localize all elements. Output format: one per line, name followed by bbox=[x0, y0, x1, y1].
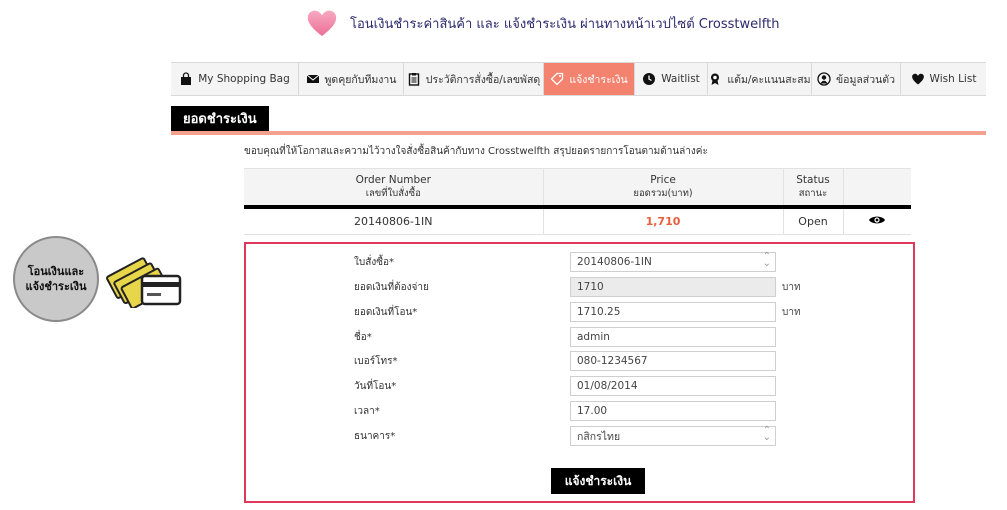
form-row-amount-transferred: ยอดเงินที่โอน* 1710.25 บาท bbox=[354, 302, 801, 322]
amount-transferred-field[interactable]: 1710.25 bbox=[570, 302, 776, 322]
tab-label: ข้อมูลส่วนตัว bbox=[835, 73, 896, 86]
envelope-icon bbox=[306, 74, 319, 83]
field-label: วันที่โอน* bbox=[354, 380, 397, 392]
heart-icon bbox=[307, 10, 337, 36]
form-row-bank: ธนาคาร* กสิกรไทย bbox=[354, 425, 776, 446]
tab-order-history[interactable]: ประวัติการสั่งซื้อ/เลขพัสดุ bbox=[404, 63, 544, 95]
tab-wish-list[interactable]: Wish List bbox=[901, 63, 986, 95]
bank-select[interactable]: กสิกรไทย bbox=[570, 425, 776, 446]
form-row-name: ชื่อ* admin bbox=[354, 327, 776, 347]
tab-label: ประวัติการสั่งซื้อ/เลขพัสดุ bbox=[425, 73, 541, 86]
field-label: ธนาคาร* bbox=[354, 430, 396, 442]
form-row-time: เวลา* 17.00 bbox=[354, 401, 776, 421]
badge-line: โอนเงินและ bbox=[27, 265, 85, 278]
column-header-label: Status bbox=[796, 173, 830, 186]
tag-icon bbox=[550, 72, 564, 86]
clipboard-icon bbox=[408, 73, 419, 86]
amount-due-field: 1710 bbox=[570, 277, 776, 297]
clock-icon bbox=[643, 73, 656, 85]
phone-field[interactable]: 080-1234567 bbox=[570, 351, 776, 371]
award-icon bbox=[711, 73, 720, 85]
tab-points[interactable]: แต้ม/คะแนนสะสม bbox=[708, 63, 812, 95]
unit-label: บาท bbox=[782, 281, 801, 293]
tab-label: Waitlist bbox=[661, 73, 700, 85]
tab-profile[interactable]: ข้อมูลส่วนตัว bbox=[812, 63, 901, 95]
unit-label: บาท bbox=[782, 306, 801, 318]
eye-icon[interactable] bbox=[868, 214, 886, 226]
column-header-view bbox=[843, 168, 911, 209]
user-icon bbox=[817, 72, 831, 86]
section-title: ยอดชำระเงิน bbox=[171, 106, 269, 131]
badge-line: แจ้งชำระเงิน bbox=[25, 280, 87, 293]
status-cell: Open bbox=[783, 206, 844, 235]
header-text: โอนเงินชำระค่าสินค้า และ แจ้งชำระเงิน ผ่… bbox=[350, 16, 780, 32]
field-label: เบอร์โทร* bbox=[354, 355, 398, 367]
form-row-phone: เบอร์โทร* 080-1234567 bbox=[354, 351, 776, 371]
form-row-date: วันที่โอน* 01/08/2014 bbox=[354, 376, 776, 396]
transfer-date-field[interactable]: 01/08/2014 bbox=[570, 376, 776, 396]
account-nav: My Shopping Bag พูดคุยกับทีมงาน ประวัติก… bbox=[171, 62, 986, 96]
money-card-icon: $ bbox=[106, 257, 182, 308]
column-header-status: Status สถานะ bbox=[783, 168, 844, 209]
column-header-sub: สถานะ bbox=[798, 187, 828, 199]
table-row: 20140806-1IN 1,710 Open bbox=[244, 206, 911, 235]
field-label: ยอดเงินที่โอน* bbox=[354, 306, 418, 318]
heart-icon bbox=[911, 73, 924, 85]
shopping-bag-icon bbox=[181, 72, 192, 85]
intro-text: ขอบคุณที่ให้โอกาสและความไว้วางใจสั่งซื้อ… bbox=[244, 146, 708, 157]
section-divider bbox=[171, 131, 986, 135]
form-row-order: ใบสั่งซื้อ* 20140806-1IN bbox=[354, 251, 776, 272]
submit-payment-button[interactable]: แจ้งชำระเงิน bbox=[551, 468, 645, 494]
order-select[interactable]: 20140806-1IN bbox=[570, 251, 776, 272]
tab-contact-team[interactable]: พูดคุยกับทีมงาน bbox=[299, 63, 404, 95]
column-header-sub: เลขที่ใบสั่งซื้อ bbox=[365, 187, 421, 199]
column-header-sub: ยอดรวม(บาท) bbox=[633, 187, 693, 199]
field-label: เวลา* bbox=[354, 405, 380, 417]
transfer-badge: โอนเงินและ แจ้งชำระเงิน bbox=[13, 236, 99, 322]
field-label: ใบสั่งซื้อ* bbox=[354, 256, 395, 268]
column-header-price: Price ยอดรวม(บาท) bbox=[543, 168, 784, 209]
form-row-amount-due: ยอดเงินที่ต้องจ่าย 1710 บาท bbox=[354, 277, 801, 297]
column-header-label: Price bbox=[650, 173, 676, 186]
order-summary-table: Order Number เลขที่ใบสั่งซื้อ Price ยอดร… bbox=[244, 168, 911, 235]
name-field[interactable]: admin bbox=[570, 327, 776, 347]
column-header-order: Order Number เลขที่ใบสั่งซื้อ bbox=[244, 168, 544, 209]
tab-label: My Shopping Bag bbox=[198, 73, 290, 85]
field-label: ชื่อ* bbox=[354, 331, 372, 343]
page-header: โอนเงินชำระค่าสินค้า และ แจ้งชำระเงิน ผ่… bbox=[306, 8, 779, 38]
tab-label: พูดคุยกับทีมงาน bbox=[324, 73, 397, 86]
field-label: ยอดเงินที่ต้องจ่าย bbox=[354, 281, 429, 293]
tab-label: แจ้งชำระเงิน bbox=[569, 73, 628, 86]
tab-label: Wish List bbox=[929, 73, 977, 85]
tab-waitlist[interactable]: Waitlist bbox=[635, 63, 708, 95]
payment-form: ใบสั่งซื้อ* 20140806-1IN ยอดเงินที่ต้องจ… bbox=[244, 242, 915, 503]
tab-payment-notify[interactable]: แจ้งชำระเงิน bbox=[544, 63, 635, 95]
column-header-label: Order Number bbox=[355, 173, 431, 186]
tab-label: แต้ม/คะแนนสะสม bbox=[727, 73, 811, 86]
tab-shopping-bag[interactable]: My Shopping Bag bbox=[171, 63, 299, 95]
price-cell: 1,710 bbox=[543, 206, 784, 235]
order-number-cell: 20140806-1IN bbox=[244, 206, 544, 235]
view-cell bbox=[843, 206, 911, 235]
transfer-time-field[interactable]: 17.00 bbox=[570, 401, 776, 421]
table-header-row: Order Number เลขที่ใบสั่งซื้อ Price ยอดร… bbox=[244, 168, 911, 209]
